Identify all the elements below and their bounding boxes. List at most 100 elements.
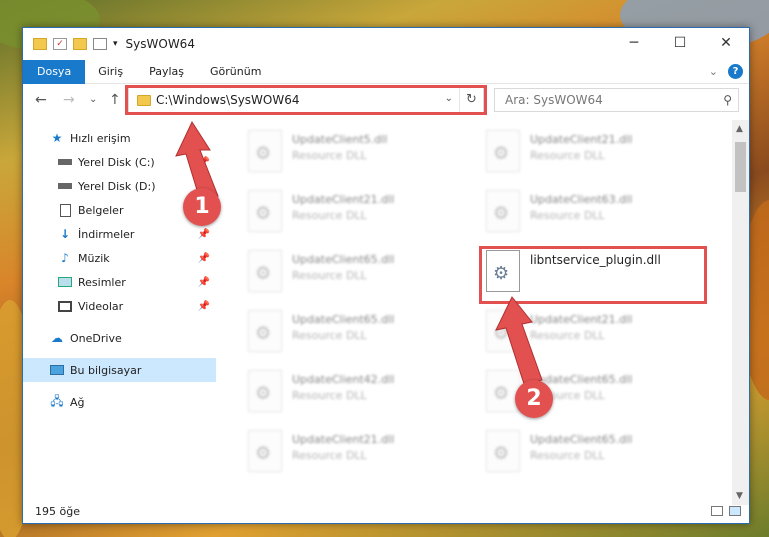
file-name: UpdateClient42.dll — [292, 373, 395, 386]
pin-icon[interactable]: 📌 — [198, 157, 210, 168]
dll-file-icon: ⚙ — [486, 130, 520, 172]
file-description: Resource DLL — [292, 209, 367, 222]
list-item[interactable]: ⚙ UpdateClient65.dll Resource DLL — [480, 366, 710, 416]
pin-icon[interactable]: 📌 — [198, 277, 210, 288]
list-item[interactable]: ⚙ UpdateClient65.dll Resource DLL — [480, 426, 710, 476]
search-input[interactable]: Ara: SysWOW64 ⚲ — [494, 88, 739, 112]
scrollbar-thumb[interactable] — [735, 142, 746, 192]
documents-icon — [57, 203, 73, 217]
properties-icon[interactable]: ✓ — [53, 38, 67, 50]
file-name: UpdateClient5.dll — [292, 133, 388, 146]
videos-icon — [57, 299, 73, 313]
navigation-pane: ★ Hızlı erişim Yerel Disk (C:) 📌 Yerel D… — [23, 120, 216, 505]
sidebar-item-label: Resimler — [78, 275, 126, 289]
file-name: UpdateClient63.dll — [530, 193, 633, 206]
sidebar-item-label: İndirmeler — [78, 227, 135, 241]
file-description: Resource DLL — [292, 329, 367, 342]
sidebar-item-this-pc[interactable]: Bu bilgisayar — [23, 358, 216, 382]
scroll-up-icon[interactable]: ▲ — [736, 124, 743, 134]
file-description: Resource DLL — [530, 329, 605, 342]
quick-access-toolbar: ✓ ▾ — [23, 38, 118, 50]
file-description: Resource DLL — [292, 269, 367, 282]
list-item[interactable]: ⚙ UpdateClient21.dll Resource DLL — [242, 426, 472, 476]
help-icon[interactable]: ? — [728, 64, 743, 79]
folder-icon[interactable] — [33, 38, 47, 50]
file-list: ⚙ UpdateClient5.dll Resource DLL ⚙ Update… — [216, 120, 734, 505]
minimize-button[interactable]: ─ — [611, 28, 657, 58]
sidebar-item-local-disk-c[interactable]: Yerel Disk (C:) 📌 — [23, 150, 216, 174]
customize-toolbar-icon[interactable]: ▾ — [113, 39, 118, 49]
file-description: Resource DLL — [292, 449, 367, 462]
ribbon-tabs: Dosya Giriş Paylaş Görünüm ⌄ ? — [23, 59, 749, 84]
navigation-bar: ← → ⌄ ↑ C:\Windows\SysWOW64 ⌄ ↻ Ara: Sys… — [23, 85, 749, 116]
address-highlight-box — [125, 85, 487, 115]
sidebar-item-onedrive[interactable]: ☁ OneDrive — [23, 326, 216, 350]
dll-file-icon: ⚙ — [248, 310, 282, 352]
file-name: UpdateClient21.dll — [530, 133, 633, 146]
list-item[interactable]: ⚙ UpdateClient5.dll Resource DLL — [242, 126, 472, 176]
sidebar-item-network[interactable]: 🖧 Ağ — [23, 390, 216, 414]
sidebar-item-label: Bu bilgisayar — [70, 363, 142, 377]
file-name: UpdateClient65.dll — [530, 433, 633, 446]
sidebar-item-label: Müzik — [78, 251, 110, 265]
file-name: UpdateClient21.dll — [292, 193, 395, 206]
sidebar-item-videos[interactable]: Videolar 📌 — [23, 294, 216, 318]
sidebar-item-label: Hızlı erişim — [70, 131, 131, 145]
sidebar-item-label: OneDrive — [70, 331, 122, 345]
explorer-window: ✓ ▾ SysWOW64 ─ ☐ ✕ Dosya Giriş Paylaş Gö… — [22, 27, 750, 524]
dll-file-icon: ⚙ — [486, 310, 520, 352]
pictures-icon — [57, 275, 73, 289]
window-title: SysWOW64 — [125, 37, 195, 51]
scroll-down-icon[interactable]: ▼ — [736, 491, 743, 501]
pin-icon[interactable]: 📌 — [198, 229, 210, 240]
details-view-icon[interactable] — [711, 506, 723, 516]
up-button[interactable]: ↑ — [109, 92, 121, 108]
list-item[interactable]: ⚙ UpdateClient65.dll Resource DLL — [242, 306, 472, 356]
sidebar-item-quick-access[interactable]: ★ Hızlı erişim — [23, 126, 216, 150]
file-name: UpdateClient65.dll — [292, 253, 395, 266]
close-button[interactable]: ✕ — [703, 28, 749, 58]
forward-button[interactable]: → — [63, 92, 75, 108]
large-icons-view-icon[interactable] — [729, 506, 741, 516]
tab-view[interactable]: Görünüm — [197, 60, 274, 84]
list-item[interactable]: ⚙ UpdateClient42.dll Resource DLL — [242, 366, 472, 416]
sidebar-item-pictures[interactable]: Resimler 📌 — [23, 270, 216, 294]
pin-icon[interactable]: 📌 — [198, 301, 210, 312]
ribbon-expand-icon[interactable]: ⌄ — [709, 65, 718, 78]
list-item[interactable]: ⚙ UpdateClient21.dll Resource DLL — [242, 186, 472, 236]
list-item[interactable]: ⚙ UpdateClient21.dll Resource DLL — [480, 126, 710, 176]
tab-file[interactable]: Dosya — [23, 59, 86, 84]
maximize-button[interactable]: ☐ — [657, 28, 703, 58]
file-description: Resource DLL — [530, 209, 605, 222]
computer-icon — [49, 363, 65, 377]
tab-home[interactable]: Giriş — [85, 60, 136, 84]
dll-file-icon: ⚙ — [248, 430, 282, 472]
sidebar-item-label: Yerel Disk (D:) — [78, 179, 156, 193]
title-bar: ✓ ▾ SysWOW64 ─ ☐ ✕ — [23, 28, 749, 60]
list-item[interactable]: ⚙ UpdateClient63.dll Resource DLL — [480, 186, 710, 236]
sidebar-item-label: Belgeler — [78, 203, 124, 217]
target-file-highlight-box — [479, 246, 707, 304]
view-options-icon[interactable] — [93, 38, 107, 50]
file-description: Resource DLL — [530, 149, 605, 162]
file-name: UpdateClient65.dll — [292, 313, 395, 326]
back-button[interactable]: ← — [35, 92, 47, 108]
vertical-scrollbar[interactable]: ▲ ▼ — [732, 120, 749, 505]
new-folder-icon[interactable] — [73, 38, 87, 50]
file-name: UpdateClient21.dll — [292, 433, 395, 446]
list-item[interactable]: ⚙ UpdateClient65.dll Resource DLL — [242, 246, 472, 296]
search-icon: ⚲ — [723, 93, 732, 107]
annotation-badge-1: 1 — [183, 188, 221, 226]
file-description: Resource DLL — [292, 389, 367, 402]
recent-locations-button[interactable]: ⌄ — [89, 94, 97, 105]
annotation-badge-2: 2 — [515, 380, 553, 418]
download-icon: ↓ — [59, 227, 71, 241]
sidebar-item-downloads[interactable]: ↓ İndirmeler 📌 — [23, 222, 216, 246]
drive-icon — [57, 179, 73, 193]
sidebar-item-music[interactable]: ♪ Müzik 📌 — [23, 246, 216, 270]
list-item[interactable]: ⚙ UpdateClient21.dll Resource DLL — [480, 306, 710, 356]
file-name: UpdateClient21.dll — [530, 313, 633, 326]
pin-icon[interactable]: 📌 — [198, 253, 210, 264]
tab-share[interactable]: Paylaş — [136, 60, 197, 84]
file-description: Resource DLL — [292, 149, 367, 162]
